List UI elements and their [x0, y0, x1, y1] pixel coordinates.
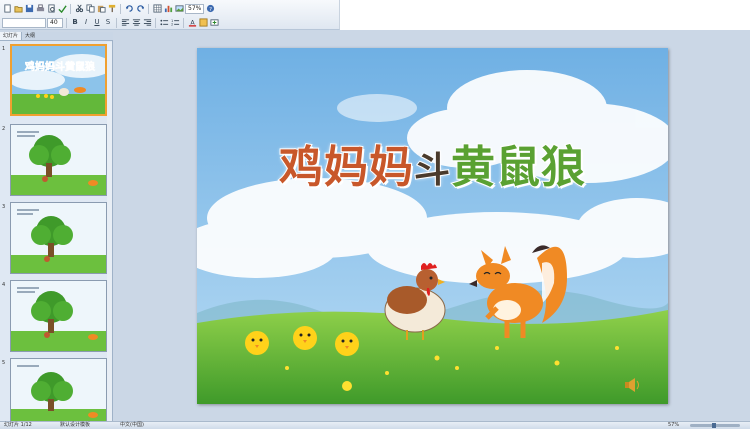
center-icon[interactable] — [131, 18, 141, 28]
copy-icon[interactable] — [85, 4, 95, 14]
slide-number: 1 — [2, 46, 6, 52]
status-slide-info: 幻灯片 1/12 — [4, 422, 32, 428]
standard-toolbar: 57% ? — [2, 2, 215, 15]
table-icon[interactable] — [152, 4, 162, 14]
thumbnail-tree-scene-image — [11, 203, 106, 273]
toolbar-separator — [70, 3, 71, 14]
underline-icon[interactable]: U — [92, 18, 102, 28]
svg-text:2: 2 — [171, 23, 173, 27]
toolbar-separator — [155, 17, 156, 28]
slide-title[interactable]: 鸡妈妈斗黄鼠狼 — [197, 145, 668, 191]
slide-number: 4 — [2, 282, 6, 288]
status-theme: 默认设计模板 — [60, 422, 91, 428]
title-part-1: 鸡妈妈 — [278, 142, 414, 193]
chick-1 — [245, 331, 269, 355]
new-slide-icon[interactable] — [209, 18, 219, 28]
toolbar-separator — [120, 3, 121, 14]
slides-panel: 幻灯片 大纲 1 鸡妈妈斗黄鼠狼 2 3 4 5 — [0, 32, 113, 429]
slide-thumbnail-row[interactable]: 4 — [0, 280, 113, 354]
status-bar: 幻灯片 1/12 默认设计模板 中文(中国) 57% — [0, 421, 750, 429]
slide-thumbnail-row[interactable]: 2 — [0, 124, 113, 198]
svg-text:?: ? — [209, 7, 212, 13]
chick-3 — [335, 332, 359, 356]
tab-outline[interactable]: 大纲 — [22, 32, 38, 40]
status-language: 中文(中国) — [120, 422, 144, 428]
zoom-combo[interactable]: 57% — [185, 3, 205, 14]
slide-thumbnail-row[interactable]: 3 — [0, 202, 113, 276]
svg-text:鸡妈妈斗黄鼠狼: 鸡妈妈斗黄鼠狼 — [24, 60, 96, 73]
slide-thumbnail-4[interactable] — [10, 280, 107, 352]
slide-thumbnail-row[interactable]: 1 鸡妈妈斗黄鼠狼 — [0, 44, 113, 118]
new-icon[interactable] — [2, 4, 12, 14]
slide-number: 2 — [2, 126, 6, 132]
status-zoom: 57% — [668, 422, 680, 428]
bold-icon[interactable]: B — [70, 18, 80, 28]
paste-icon[interactable] — [96, 4, 106, 14]
zoom-slider[interactable] — [690, 423, 740, 428]
thumbnail-tree-scene-image — [11, 281, 106, 351]
title-part-2: 斗 — [413, 150, 451, 191]
slide-background-illustration — [197, 48, 668, 404]
toolbar-separator — [148, 3, 149, 14]
italic-icon[interactable]: I — [81, 18, 91, 28]
align-left-icon[interactable] — [120, 18, 130, 28]
slide-number: 3 — [2, 204, 6, 210]
slide-thumbnail-1[interactable]: 鸡妈妈斗黄鼠狼 — [10, 44, 107, 116]
spell-check-icon[interactable] — [57, 4, 67, 14]
format-painter-icon[interactable] — [107, 4, 117, 14]
panel-tabs: 幻灯片 大纲 — [0, 32, 113, 41]
font-size-combo[interactable]: 40 — [47, 17, 63, 28]
save-icon[interactable] — [24, 4, 34, 14]
font-color-icon[interactable]: A — [187, 18, 197, 28]
tab-slides[interactable]: 幻灯片 — [0, 32, 23, 40]
numbering-icon[interactable]: 12 — [170, 18, 180, 28]
align-right-icon[interactable] — [142, 18, 152, 28]
bullets-icon[interactable] — [159, 18, 169, 28]
slide-thumbnail-2[interactable] — [10, 124, 107, 196]
design-icon[interactable] — [198, 18, 208, 28]
print-icon[interactable] — [35, 4, 45, 14]
toolbar-separator — [116, 17, 117, 28]
undo-icon[interactable] — [124, 4, 134, 14]
thumbnail-tree-scene-image — [11, 359, 106, 429]
slide-number: 5 — [2, 360, 6, 366]
toolbar: 57% ? 40 B I U S 12 A — [0, 0, 340, 30]
print-preview-icon[interactable] — [46, 4, 56, 14]
slide-thumbnail-row[interactable]: 5 — [0, 358, 113, 429]
formatting-toolbar: 40 B I U S 12 A — [2, 16, 219, 29]
title-part-3: 黄鼠狼 — [450, 142, 586, 193]
cut-icon[interactable] — [74, 4, 84, 14]
help-icon[interactable]: ? — [205, 4, 215, 14]
redo-icon[interactable] — [135, 4, 145, 14]
toolbar-separator — [66, 17, 67, 28]
slide-canvas[interactable]: 鸡妈妈斗黄鼠狼 — [197, 48, 668, 404]
font-name-combo[interactable] — [2, 17, 46, 28]
panel-scrollbar[interactable] — [107, 42, 112, 421]
zoom-slider-handle[interactable] — [712, 423, 716, 428]
insert-picture-icon[interactable] — [174, 4, 184, 14]
thumbnail-tree-scene-image — [11, 125, 106, 195]
toolbar-separator — [183, 17, 184, 28]
slide-thumbnail-5[interactable] — [10, 358, 107, 429]
open-icon[interactable] — [13, 4, 23, 14]
shadow-icon[interactable]: S — [103, 18, 113, 28]
chart-icon[interactable] — [163, 4, 173, 14]
thumbnail-title-slide-image: 鸡妈妈斗黄鼠狼 — [12, 46, 105, 114]
work-area: 幻灯片 大纲 1 鸡妈妈斗黄鼠狼 2 3 4 5 鸡妈妈斗黄鼠狼 — [0, 30, 750, 429]
chick-2 — [293, 326, 317, 350]
slide-thumbnail-3[interactable] — [10, 202, 107, 274]
